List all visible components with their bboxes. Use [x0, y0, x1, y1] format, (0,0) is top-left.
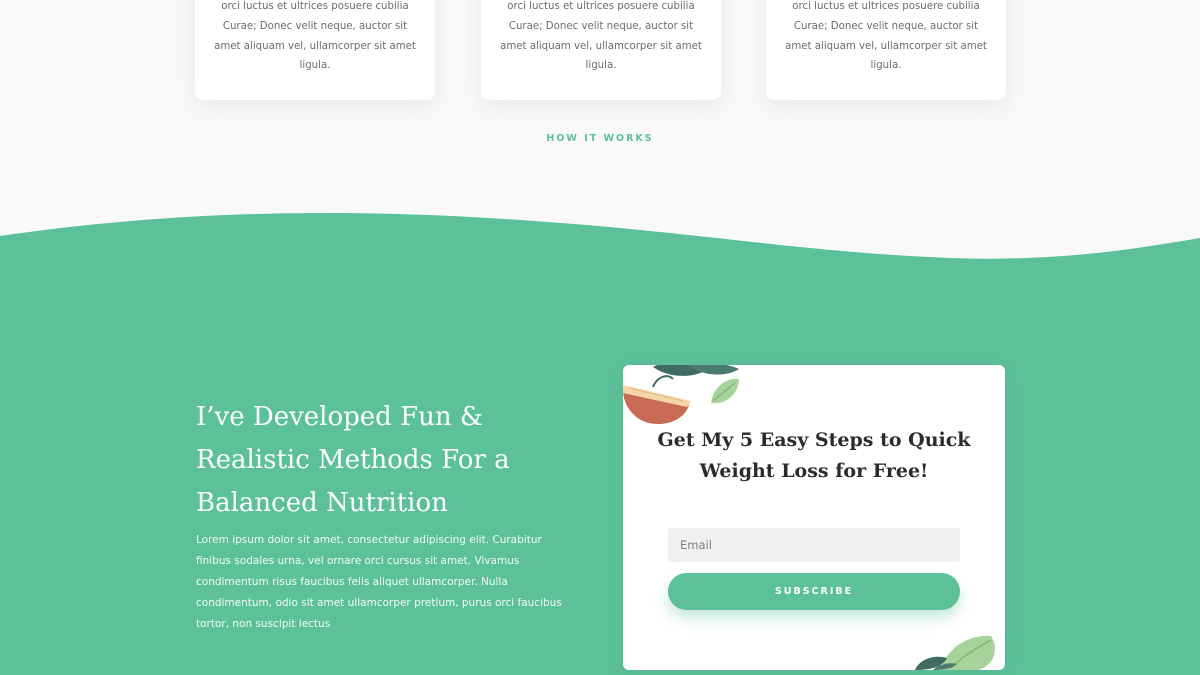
wave-background — [0, 213, 1200, 675]
feature-card-text: Vestibulum ante ipsum primis in faucibus… — [500, 1, 702, 72]
signup-title: Get My 5 Easy Steps to Quick Weight Loss… — [657, 429, 971, 482]
feature-card: Vestibulum ante ipsum primis in faucibus… — [195, 0, 435, 100]
signup-card: Get My 5 Easy Steps to Quick Weight Loss… — [623, 365, 1005, 670]
grapefruit-leaves-icon — [623, 365, 739, 425]
section-body-text: Lorem ipsum dolor sit amet, consectetur … — [196, 534, 562, 630]
feature-card-text: Vestibulum ante ipsum primis in faucibus… — [785, 1, 987, 72]
feature-card-text: Vestibulum ante ipsum primis in faucibus… — [214, 1, 416, 72]
feature-card: Vestibulum ante ipsum primis in faucibus… — [481, 0, 721, 100]
section-headline: I’ve Developed Fun & Realistic Methods F… — [196, 402, 510, 518]
feature-card: Vestibulum ante ipsum primis in faucibus… — [766, 0, 1006, 100]
subscribe-button[interactable]: SUBSCRIBE — [668, 573, 960, 610]
email-field[interactable] — [668, 528, 960, 562]
leaves-icon — [915, 635, 995, 670]
how-it-works-link[interactable]: HOW IT WORKS — [0, 133, 1200, 144]
